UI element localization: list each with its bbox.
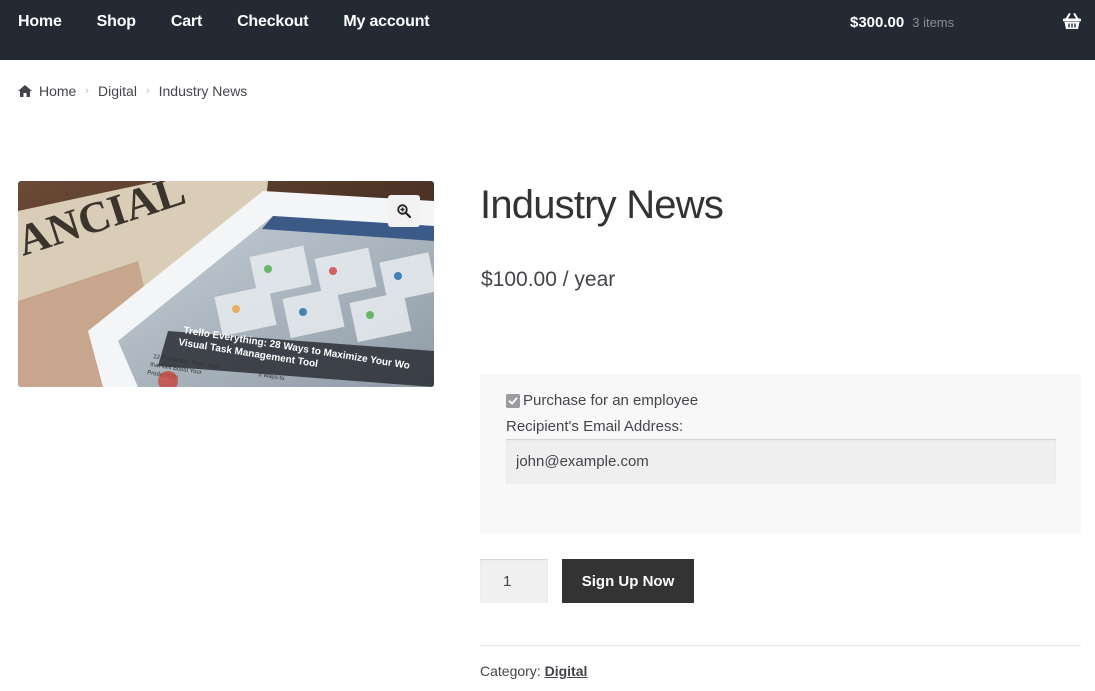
- primary-navigation: Home Shop Cart Checkout My account: [18, 0, 464, 44]
- home-icon: [18, 85, 32, 97]
- breadcrumb-home[interactable]: Home: [39, 83, 76, 99]
- purchase-for-employee-checkbox[interactable]: [506, 393, 520, 408]
- quantity-input[interactable]: [480, 559, 548, 603]
- checkmark-icon: [508, 396, 518, 404]
- zoom-in-icon: [397, 204, 411, 218]
- sign-up-now-button[interactable]: Sign Up Now: [562, 559, 694, 603]
- nav-home[interactable]: Home: [18, 13, 62, 31]
- recipient-email-input[interactable]: [506, 439, 1056, 484]
- recipient-options-panel: Purchase for an employee Recipient's Ema…: [480, 374, 1081, 533]
- zoom-button[interactable]: [388, 195, 420, 227]
- recipient-email-label: Recipient's Email Address:: [506, 418, 684, 435]
- product-image[interactable]: ANCIAL Trello Everything: 28 Ways to Max…: [18, 181, 434, 387]
- basket-icon[interactable]: [1062, 11, 1082, 31]
- category-label: Category:: [480, 663, 541, 679]
- breadcrumb: Home › Digital › Industry News: [18, 82, 247, 100]
- product-price: $100.00 / year: [481, 268, 616, 291]
- divider: [480, 645, 1081, 646]
- nav-cart[interactable]: Cart: [171, 13, 202, 31]
- purchase-for-employee-label[interactable]: Purchase for an employee: [523, 392, 698, 409]
- product-category: Category: Digital: [480, 663, 587, 679]
- breadcrumb-separator-icon: ›: [85, 85, 90, 97]
- nav-my-account[interactable]: My account: [343, 13, 429, 31]
- site-header: Home Shop Cart Checkout My account $300.…: [0, 0, 1095, 60]
- category-link-digital[interactable]: Digital: [545, 663, 588, 679]
- breadcrumb-separator-icon: ›: [145, 85, 150, 97]
- cart-total[interactable]: $300.00: [850, 14, 904, 31]
- cart-item-count[interactable]: 3 items: [912, 15, 954, 30]
- nav-checkout[interactable]: Checkout: [237, 13, 309, 31]
- nav-shop[interactable]: Shop: [97, 13, 136, 31]
- breadcrumb-digital[interactable]: Digital: [98, 83, 137, 99]
- product-title: Industry News: [480, 183, 724, 227]
- header-cart-summary[interactable]: $300.00 3 items: [850, 0, 954, 44]
- breadcrumb-current: Industry News: [158, 83, 248, 99]
- purchase-for-employee-row[interactable]: Purchase for an employee: [506, 392, 698, 409]
